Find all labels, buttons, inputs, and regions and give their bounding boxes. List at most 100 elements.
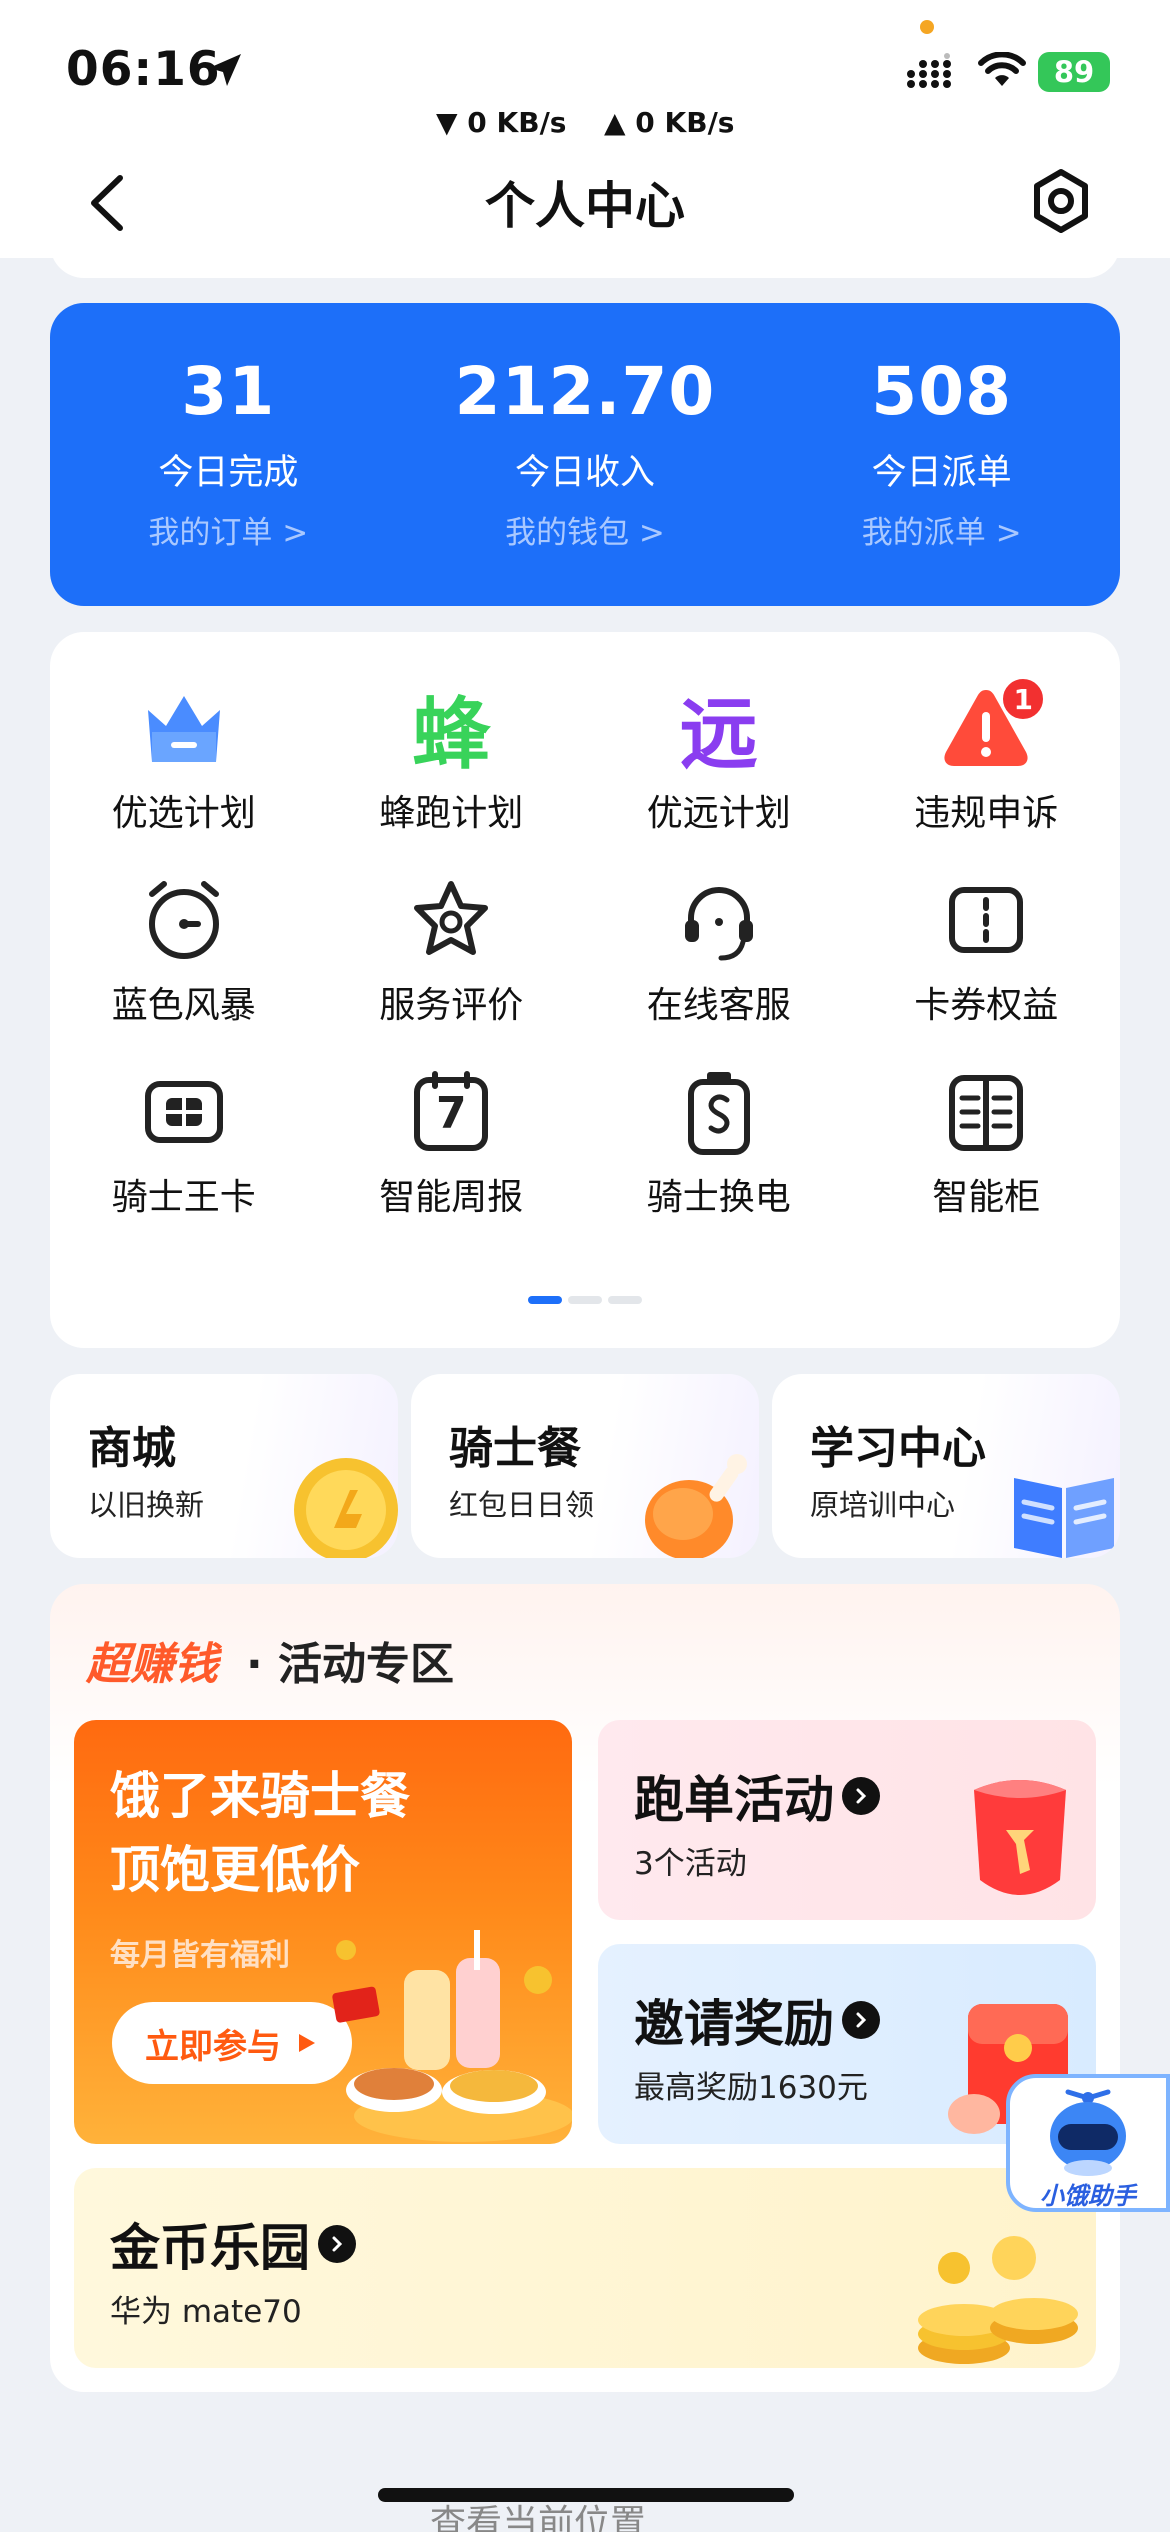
wifi-icon xyxy=(978,52,1026,86)
bee-run-icon: 蜂 xyxy=(412,690,491,780)
location-arrow-icon xyxy=(209,54,241,86)
stat-value: 508 xyxy=(871,353,1013,430)
assistant-label: 小饿助手 xyxy=(1040,2182,1136,2210)
promo-headline-2: 顶饱更低价 xyxy=(110,1841,360,1899)
assistant-button[interactable]: 小饿助手 xyxy=(1006,2074,1170,2212)
calendar-icon: 7 xyxy=(405,1066,497,1158)
card-icon xyxy=(144,1081,223,1143)
service-label: 蜂跑计划 xyxy=(379,793,524,834)
calendar-day: 7 xyxy=(435,1088,467,1139)
shortcut-title: 骑士餐 xyxy=(449,1423,581,1474)
service-weekly-report[interactable]: 7 智能周报 xyxy=(318,1066,586,1258)
service-label: 服务评价 xyxy=(379,985,524,1026)
service-label: 智能柜 xyxy=(932,1177,1041,1218)
robot-helmet-icon xyxy=(1050,2089,1126,2176)
chevron-right-icon xyxy=(842,1777,880,1815)
coin-icon xyxy=(294,1458,398,1558)
service-blue-storm[interactable]: 蓝色风暴 xyxy=(50,874,318,1066)
notification-badge: 1 xyxy=(1000,676,1047,722)
gear-icon[interactable] xyxy=(1026,166,1096,236)
activity-zone: 超赚钱 · 活动专区 饿了来骑士餐 顶饱更低价 每月皆有福利 立即参与 跑单活动… xyxy=(50,1584,1120,2392)
stat-value: 31 xyxy=(181,353,276,430)
run-activity-card[interactable]: 跑单活动 3个活动 xyxy=(598,1720,1096,1920)
play-arrow-icon xyxy=(299,2034,315,2052)
service-online-support[interactable]: 在线客服 xyxy=(585,874,853,1066)
service-fengpao[interactable]: 蜂 蜂跑计划 xyxy=(318,682,586,874)
cabinet-icon xyxy=(949,1075,1024,1151)
service-battery-swap[interactable]: 骑士换电 xyxy=(585,1066,853,1258)
activity-title: · 活动专区 xyxy=(246,1639,455,1690)
service-label: 优选计划 xyxy=(111,793,256,834)
invite-reward-title: 邀请奖励 xyxy=(634,1984,880,2056)
alarm-clock-icon xyxy=(148,881,219,959)
knight-meal-promo[interactable]: 饿了来骑士餐 顶饱更低价 每月皆有福利 立即参与 xyxy=(74,1720,572,2144)
stat-value: 212.70 xyxy=(454,353,716,430)
stat-label: 今日派单 xyxy=(871,453,1012,493)
activity-brand: 超赚钱 xyxy=(86,1639,218,1690)
stat-completed[interactable]: 31 今日完成 我的订单 > xyxy=(50,303,407,606)
upload-speed: ▲ 0 KB/s xyxy=(604,106,735,139)
my-wallet-link[interactable]: 我的钱包 > xyxy=(407,507,764,552)
promo-subtitle: 每月皆有福利 xyxy=(110,1938,290,1973)
service-youxuan[interactable]: 优选计划 xyxy=(50,682,318,874)
chevron-right-icon xyxy=(318,2225,356,2263)
page-dot xyxy=(568,1296,602,1304)
stat-income[interactable]: 212.70 今日收入 我的钱包 > xyxy=(407,303,764,606)
shortcut-title: 商城 xyxy=(88,1423,176,1474)
service-label: 卡券权益 xyxy=(914,985,1059,1026)
chicken-leg-icon xyxy=(645,1454,747,1558)
service-label: 骑士王卡 xyxy=(111,1177,256,1218)
book-icon xyxy=(1014,1478,1114,1558)
stat-label: 今日完成 xyxy=(158,453,299,493)
join-now-label: 立即参与 xyxy=(145,2026,281,2067)
stat-dispatched[interactable]: 508 今日派单 我的派单 > xyxy=(763,303,1120,606)
shortcut-subtitle: 以旧换新 xyxy=(88,1488,205,1522)
page-dot-active xyxy=(528,1296,562,1304)
service-label: 骑士换电 xyxy=(646,1177,791,1218)
service-label: 智能周报 xyxy=(379,1177,524,1218)
battery-swap-icon xyxy=(687,1072,750,1155)
join-now-button[interactable]: 立即参与 xyxy=(112,2002,352,2084)
far-plan-icon: 远 xyxy=(679,690,758,780)
signal-icon xyxy=(907,53,951,88)
service-youyuan[interactable]: 远 优远计划 xyxy=(585,682,853,874)
battery-indicator: 89 xyxy=(1038,52,1110,92)
page-title: 个人中心 xyxy=(485,177,685,235)
home-indicator xyxy=(378,2488,794,2502)
promo-headline-1: 饿了来骑士餐 xyxy=(110,1767,410,1825)
my-orders-link[interactable]: 我的订单 > xyxy=(50,507,407,552)
page-dot xyxy=(608,1296,642,1304)
services-grid: 优选计划 蜂 蜂跑计划 远 优远计划 1 违规申诉 蓝色风暴 服务评价 在线客服… xyxy=(50,676,1121,1258)
coin-park-title: 金币乐园 xyxy=(110,2208,356,2280)
coin-park-card[interactable]: 金币乐园 华为 mate70 xyxy=(74,2168,1096,2368)
shortcut-knight-meal[interactable]: 骑士餐 红包日日领 xyxy=(411,1374,759,1558)
shortcut-subtitle: 红包日日领 xyxy=(449,1488,595,1522)
alert-icon: 1 xyxy=(940,676,1047,774)
my-dispatch-link[interactable]: 我的派单 > xyxy=(763,507,1120,552)
run-activity-subtitle: 3个活动 xyxy=(634,1846,747,1882)
coupon-icon xyxy=(949,887,1024,953)
collapsed-card-edge xyxy=(50,240,1120,278)
shortcut-subtitle: 原培训中心 xyxy=(810,1488,956,1522)
red-pot-icon xyxy=(974,1780,1066,1895)
star-badge-icon xyxy=(414,881,489,955)
shortcut-learning-center[interactable]: 学习中心 原培训中心 xyxy=(772,1374,1120,1558)
privacy-dot xyxy=(920,20,934,34)
service-coupons[interactable]: 卡券权益 xyxy=(853,874,1121,1066)
service-label: 优远计划 xyxy=(646,793,791,834)
headset-icon xyxy=(684,887,753,961)
service-rating[interactable]: 服务评价 xyxy=(318,874,586,1066)
service-label: 在线客服 xyxy=(646,985,791,1026)
page-indicator xyxy=(50,1296,1120,1304)
service-smart-cabinet[interactable]: 智能柜 xyxy=(853,1066,1121,1258)
shortcut-mall[interactable]: 商城 以旧换新 xyxy=(50,1374,398,1558)
service-label: 违规申诉 xyxy=(914,793,1059,834)
download-speed: ▼ 0 KB/s xyxy=(436,106,567,139)
chevron-right-icon xyxy=(842,2001,880,2039)
service-appeal[interactable]: 1 违规申诉 xyxy=(853,676,1121,874)
food-illustration xyxy=(332,1930,572,2142)
run-activity-title: 跑单活动 xyxy=(634,1760,880,1832)
crown-icon xyxy=(147,696,220,762)
services-card: 优选计划 蜂 蜂跑计划 远 优远计划 1 违规申诉 蓝色风暴 服务评价 在线客服… xyxy=(50,632,1120,1348)
service-knight-card[interactable]: 骑士王卡 xyxy=(50,1066,318,1258)
